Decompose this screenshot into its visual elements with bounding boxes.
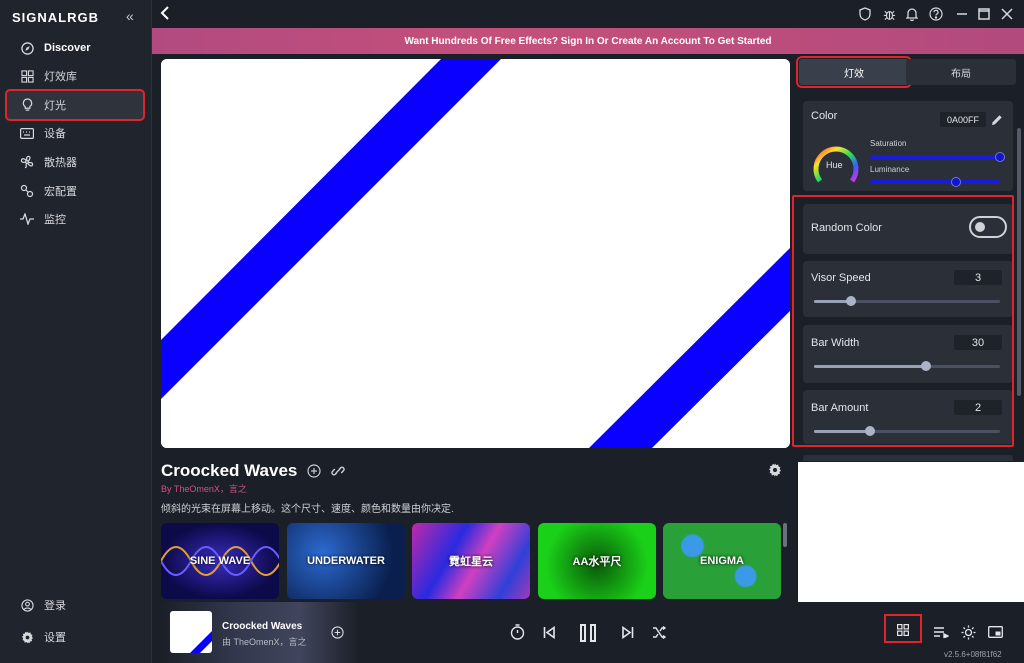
sidebar-item-label: 设置 [44,632,66,644]
saturation-knob[interactable] [995,152,1005,162]
sidebar-item-label: 灯光 [44,100,66,112]
effect-settings-gear-icon[interactable] [768,463,782,482]
maximize-icon[interactable] [976,6,992,22]
brightness-icon[interactable] [959,622,977,642]
bug-icon[interactable] [881,6,897,22]
sidebar-item-cooling[interactable]: 散热器 [6,147,144,177]
color-hex-value: 0A00FF [946,114,979,125]
pulse-icon [20,212,34,226]
effect-preview [161,59,790,448]
sidebar-item-effects-library[interactable]: 灯效库 [6,61,144,91]
saturation-track[interactable] [870,155,1000,159]
hue-label: Hue [826,160,843,170]
link-icon[interactable] [331,464,346,478]
sidebar-item-label: 监控 [44,214,66,226]
compass-icon [20,41,34,55]
luminance-label: Luminance [870,165,910,174]
shuffle-icon[interactable] [650,622,668,642]
keyboard-icon [20,126,34,140]
sidebar-item-label: 灯效库 [44,71,77,83]
banner-text: Want Hundreds Of Free Effects? Sign In O… [404,35,772,47]
next-icon[interactable] [618,622,636,642]
sidebar-item-monitor[interactable]: 监控 [6,204,144,234]
collapse-sidebar-icon[interactable]: « [126,8,134,24]
thumbnail-aa-level[interactable]: AA水平尺 [538,523,656,599]
minimize-icon[interactable] [954,6,970,22]
app-version: v2.5.6+08f81f62 [944,650,1002,659]
edit-color-icon[interactable] [991,113,1003,131]
thumbnails-scrollbar[interactable] [783,523,787,547]
effect-title: Croocked Waves [161,461,298,480]
sidebar-item-label: Discover [44,42,91,54]
timer-icon[interactable] [508,622,526,642]
effect-title-row: Croocked Waves [161,461,346,481]
highlight-annotation [792,195,1014,447]
thumbnail-label: 霓虹星云 [449,556,493,568]
panel-scrollbar[interactable] [1017,128,1021,396]
grid-view-icon [897,623,910,641]
add-to-library-icon[interactable] [307,464,321,478]
user-icon [20,598,34,612]
thumbnail-sine-wave[interactable]: SINE WAVE [161,523,279,599]
panel-blank-area [798,462,1024,602]
next-card-edge [803,455,1013,461]
sidebar-item-label: 散热器 [44,157,77,169]
color-hex-input[interactable]: 0A00FF [940,112,986,127]
grid-icon [20,69,34,83]
hue-wheel[interactable]: Hue [812,141,860,189]
thumbnail-label: ENIGMA [700,555,744,567]
thumbnail-label: SINE WAVE [189,555,251,567]
back-icon[interactable] [160,6,170,23]
thumbnail-neon-nebula[interactable]: 霓虹星云 [412,523,530,599]
sidebar-item-settings[interactable]: 设置 [6,622,144,652]
effect-description: 倾斜的光束在屏幕上移动。这个尺寸、速度、颜色和数量由你决定. [161,504,454,515]
tab-label: 灯效 [844,68,864,80]
gear-icon [20,630,34,644]
previous-icon[interactable] [540,622,558,642]
layout-toggle-button[interactable] [884,614,922,643]
player-byline: 由 TheOmenX，言之 [222,637,307,647]
shield-icon[interactable] [857,6,873,22]
bell-icon[interactable] [904,6,920,22]
sidebar-item-login[interactable]: 登录 [6,590,144,620]
pause-icon[interactable] [576,622,600,644]
sign-in-banner[interactable]: Want Hundreds Of Free Effects? Sign In O… [152,28,1024,54]
sidebar-item-label: 宏配置 [44,186,77,198]
luminance-knob[interactable] [951,177,961,187]
app-logo: SIGNALRGB [12,10,99,25]
sidebar-item-devices[interactable]: 设备 [6,118,144,148]
player-add-icon[interactable] [331,626,344,644]
sidebar-item-macros[interactable]: 宏配置 [6,176,144,206]
sidebar-item-label: 登录 [44,600,66,612]
player-title: Croocked Waves [222,621,303,632]
help-icon[interactable] [928,6,944,22]
queue-icon[interactable] [932,622,950,642]
saturation-label: Saturation [870,139,907,148]
close-icon[interactable] [999,6,1015,22]
tab-effects[interactable]: 灯效 [796,56,912,88]
tab-label: 布局 [951,68,971,80]
effect-byline[interactable]: By TheOmenX，言之 [161,482,247,495]
bulb-icon [20,98,34,112]
tab-layout[interactable]: 布局 [906,59,1016,85]
luminance-track[interactable] [870,180,1000,184]
thumbnail-underwater[interactable]: UNDERWATER [287,523,405,599]
player-thumbnail[interactable] [170,611,212,653]
thumbnail-label: UNDERWATER [307,555,385,567]
fan-icon [20,155,34,169]
color-label: Color [811,110,838,122]
mini-player-icon[interactable] [986,622,1004,642]
sidebar-item-discover[interactable]: Discover [6,33,144,63]
thumbnail-label: AA水平尺 [572,556,622,568]
macro-icon [20,184,34,198]
thumbnail-enigma[interactable]: ENIGMA [663,523,781,599]
sidebar-item-label: 设备 [44,128,66,140]
sidebar-item-lighting[interactable]: 灯光 [5,89,145,121]
